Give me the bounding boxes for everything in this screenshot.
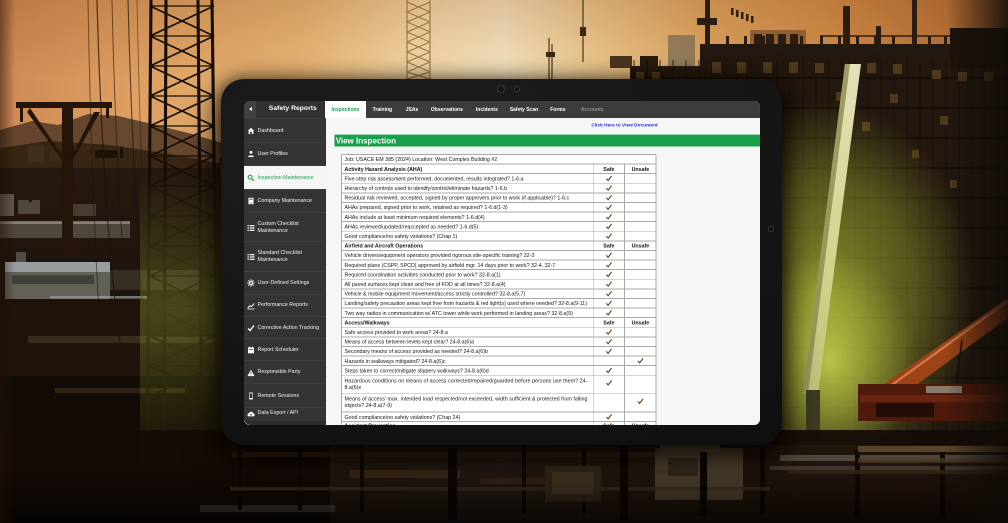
svg-text:AHAs reviewed/updated/reaccept: AHAs reviewed/updated/reaccepted as need… xyxy=(344,224,478,230)
svg-text:Safe: Safe xyxy=(603,424,614,426)
svg-text:Safe: Safe xyxy=(603,320,614,326)
svg-text:Airfield and Aircraft Operatio: Airfield and Aircraft Operations xyxy=(344,244,423,250)
svg-text:Access/Walkways: Access/Walkways xyxy=(344,320,389,326)
svg-text:Unsafe: Unsafe xyxy=(631,167,649,173)
svg-text:Steps taken to correct/mitigat: Steps taken to correct/mitigate slippery… xyxy=(344,368,488,374)
svg-text:Required plans (CSPP, SPCD) ap: Required plans (CSPP, SPCD) approved by … xyxy=(344,263,555,269)
svg-text:Residual risk reviewed, accept: Residual risk reviewed, accepted, signed… xyxy=(344,196,569,202)
svg-text:Vehicle drivers/equipment oper: Vehicle drivers/equipment operators prov… xyxy=(344,253,534,259)
svg-text:Good compliance/no safety viol: Good compliance/no safety violations? (C… xyxy=(344,415,460,421)
svg-text:Unsafe: Unsafe xyxy=(631,244,649,250)
svg-text:AHAs include at least minimum: AHAs include at least minimum required e… xyxy=(344,215,484,221)
svg-text:Safe: Safe xyxy=(603,167,614,173)
svg-text:Required coordination activiti: Required coordination activities conduct… xyxy=(344,272,500,278)
svg-text:Vehicle & mobile equipment mov: Vehicle & mobile equipment movement/acce… xyxy=(344,292,525,298)
svg-text:Hazardous conditions on means: Hazardous conditions on means of access … xyxy=(344,378,587,384)
svg-text:Accident Prevention: Accident Prevention xyxy=(344,424,395,426)
svg-text:Safe: Safe xyxy=(603,244,614,250)
svg-text:8.a(6)e: 8.a(6)e xyxy=(344,385,361,391)
svg-text:View Inspection: View Inspection xyxy=(335,137,395,146)
svg-text:Unsafe: Unsafe xyxy=(631,424,649,426)
svg-text:Unsafe: Unsafe xyxy=(631,320,649,326)
svg-text:All paved surfaces kept clean: All paved surfaces kept clean and free o… xyxy=(344,282,505,288)
svg-text:Landing/safety precaution area: Landing/safety precaution areas kept fre… xyxy=(344,301,587,307)
svg-text:Means of access between levels: Means of access between levels kept clea… xyxy=(344,340,474,346)
svg-text:Secondary means of access prov: Secondary means of access provided as ne… xyxy=(344,349,487,355)
svg-text:Click Here to View Document: Click Here to View Document xyxy=(591,122,658,128)
svg-text:Five-step risk assessment perf: Five-step risk assessment performed, doc… xyxy=(344,176,523,182)
svg-text:Job: USACE EM 385 (2024) Locat: Job: USACE EM 385 (2024) Location: West … xyxy=(344,157,497,163)
svg-text:Hazards in walkways mitigated?: Hazards in walkways mitigated? 24-8.a(6)… xyxy=(344,359,445,365)
svg-text:Good compliance/no safety viol: Good compliance/no safety violations? (C… xyxy=(344,234,457,240)
svg-text:Two way radios in communicatio: Two way radios in communication w/ ATC t… xyxy=(344,311,573,317)
svg-text:Means of access' max. intended: Means of access' max. intended load resp… xyxy=(344,396,587,402)
svg-text:objects? 24-8.a(7-9): objects? 24-8.a(7-9) xyxy=(344,403,392,409)
svg-text:AHAs prepared, signed prior to: AHAs prepared, signed prior to work, ret… xyxy=(344,205,507,211)
svg-text:Hierarchy of controls used to: Hierarchy of controls used to identify/c… xyxy=(344,186,507,192)
svg-text:Safe access provided to work a: Safe access provided to work areas? 24-8… xyxy=(344,330,447,336)
svg-text:Activity Hazard Analysis (AHA): Activity Hazard Analysis (AHA) xyxy=(344,167,422,173)
